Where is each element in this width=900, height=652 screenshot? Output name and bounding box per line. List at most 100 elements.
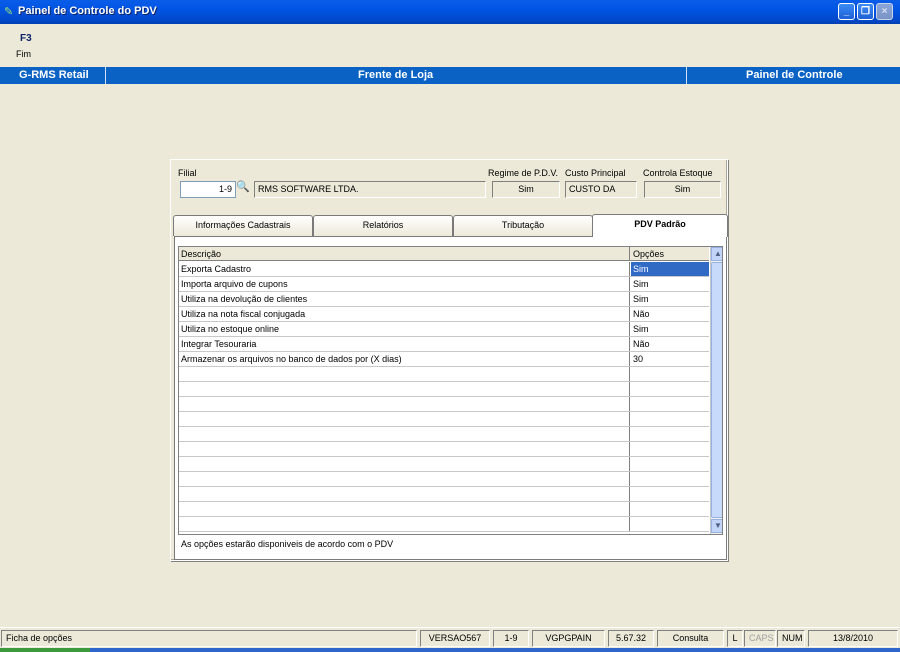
estoque-field: Sim — [644, 181, 721, 198]
table-row[interactable]: Utiliza no estoque online Sim — [179, 322, 709, 337]
status-versao: VERSAO567 — [420, 630, 490, 647]
tab-informacoes-cadastrais[interactable]: Informações Cadastrais — [173, 215, 313, 236]
scroll-up-icon[interactable]: ▲ — [711, 247, 722, 261]
status-filial: 1-9 — [493, 630, 529, 647]
header-separator — [686, 67, 687, 84]
table-row[interactable] — [179, 502, 709, 517]
table-row[interactable]: Exporta Cadastro Sim — [179, 262, 709, 277]
cell-opcao[interactable] — [631, 397, 709, 411]
cell-opcao[interactable] — [631, 412, 709, 426]
binoculars-icon[interactable]: 🔍 — [235, 179, 251, 195]
cell-descricao[interactable] — [179, 427, 630, 441]
tab-content: Descrição Opções ▲ ▼ Exporta Cadastro Sim… — [174, 236, 727, 560]
cell-descricao[interactable] — [179, 517, 630, 531]
status-message: Ficha de opções — [1, 630, 417, 647]
cell-opcao[interactable] — [631, 517, 709, 531]
grid-header: Descrição Opções — [179, 247, 709, 261]
cell-opcao[interactable]: 30 — [631, 352, 709, 366]
table-row[interactable]: Integrar Tesouraria Não — [179, 337, 709, 352]
status-num: NUM — [777, 630, 805, 647]
table-row[interactable] — [179, 487, 709, 502]
table-row[interactable] — [179, 382, 709, 397]
grid-scrollbar[interactable]: ▲ ▼ — [710, 247, 722, 534]
options-note: As opções estarão disponiveis de acordo … — [181, 539, 394, 549]
cell-descricao[interactable] — [179, 397, 630, 411]
cell-opcao[interactable] — [631, 487, 709, 501]
header-right: Painel de Controle — [746, 69, 843, 81]
cell-descricao[interactable] — [179, 472, 630, 486]
status-mode: Consulta — [657, 630, 724, 647]
status-user: VGPGPAIN — [532, 630, 605, 647]
cell-descricao[interactable]: Exporta Cadastro — [179, 262, 630, 276]
f3-key-button[interactable]: F3 — [20, 33, 32, 44]
cell-descricao[interactable]: Integrar Tesouraria — [179, 337, 630, 351]
cell-descricao[interactable]: Importa arquivo de cupons — [179, 277, 630, 291]
cell-opcao[interactable]: Sim — [631, 322, 709, 336]
title-bar: ✎ Painel de Controle do PDV _ ❐ × — [0, 0, 900, 24]
table-row[interactable] — [179, 517, 709, 532]
tab-tributacao[interactable]: Tributação — [453, 215, 593, 236]
cell-opcao[interactable] — [631, 457, 709, 471]
cell-descricao[interactable]: Utiliza no estoque online — [179, 322, 630, 336]
window-title: Painel de Controle do PDV — [18, 5, 157, 17]
cell-opcao[interactable]: Sim — [631, 262, 709, 276]
header-band: G-RMS Retail Frente de Loja Painel de Co… — [0, 67, 900, 84]
cell-descricao[interactable] — [179, 367, 630, 381]
cell-opcao[interactable]: Não — [631, 307, 709, 321]
regime-label: Regime de P.D.V. — [488, 168, 559, 178]
scroll-thumb[interactable] — [711, 262, 722, 518]
table-row[interactable] — [179, 442, 709, 457]
tab-pdv-padrao[interactable]: PDV Padrão — [592, 214, 728, 237]
header-center: Frente de Loja — [358, 69, 434, 81]
column-header-opcoes[interactable]: Opções — [631, 247, 709, 261]
cell-descricao[interactable] — [179, 502, 630, 516]
column-header-descricao[interactable]: Descrição — [179, 247, 630, 261]
cell-opcao[interactable]: Não — [631, 337, 709, 351]
table-row[interactable] — [179, 472, 709, 487]
cell-descricao[interactable]: Utiliza na devolução de clientes — [179, 292, 630, 306]
table-row[interactable] — [179, 412, 709, 427]
table-row[interactable]: Armazenar os arquivos no banco de dados … — [179, 352, 709, 367]
cell-opcao[interactable] — [631, 382, 709, 396]
header-separator — [105, 67, 106, 84]
cell-descricao[interactable]: Utiliza na nota fiscal conjugada — [179, 307, 630, 321]
filial-name-field: RMS SOFTWARE LTDA. — [254, 181, 486, 198]
table-row[interactable] — [179, 427, 709, 442]
options-grid: Descrição Opções ▲ ▼ Exporta Cadastro Sim… — [178, 246, 723, 535]
maximize-button[interactable]: ❐ — [857, 3, 874, 20]
status-l: L — [727, 630, 743, 647]
filial-label: Filial — [178, 168, 197, 178]
app-icon: ✎ — [4, 6, 14, 18]
minimize-button[interactable]: _ — [838, 3, 855, 20]
cell-opcao[interactable]: Sim — [631, 292, 709, 306]
cell-descricao[interactable] — [179, 487, 630, 501]
table-row[interactable]: Utiliza na devolução de clientes Sim — [179, 292, 709, 307]
table-row[interactable]: Utiliza na nota fiscal conjugada Não — [179, 307, 709, 322]
table-row[interactable]: Importa arquivo de cupons Sim — [179, 277, 709, 292]
status-caps: CAPS — [744, 630, 776, 647]
custo-label: Custo Principal — [565, 168, 626, 178]
cell-descricao[interactable] — [179, 442, 630, 456]
cell-opcao[interactable] — [631, 367, 709, 381]
cell-descricao[interactable] — [179, 412, 630, 426]
cell-opcao[interactable] — [631, 472, 709, 486]
table-row[interactable] — [179, 367, 709, 382]
close-button[interactable]: × — [876, 3, 893, 20]
estoque-label: Controla Estoque — [643, 168, 713, 178]
tab-relatorios[interactable]: Relatórios — [313, 215, 453, 236]
table-row[interactable] — [179, 397, 709, 412]
cell-descricao[interactable]: Armazenar os arquivos no banco de dados … — [179, 352, 630, 366]
f3-key-label: Fim — [16, 49, 31, 59]
options-panel: Filial 1-9 🔍 RMS SOFTWARE LTDA. Regime d… — [170, 159, 728, 561]
cell-opcao[interactable] — [631, 502, 709, 516]
table-row[interactable] — [179, 457, 709, 472]
cell-opcao[interactable] — [631, 427, 709, 441]
cell-descricao[interactable] — [179, 382, 630, 396]
header-left: G-RMS Retail — [19, 69, 89, 81]
scroll-down-icon[interactable]: ▼ — [711, 519, 722, 533]
cell-opcao[interactable]: Sim — [631, 277, 709, 291]
filial-code-input[interactable]: 1-9 — [180, 181, 236, 198]
cell-opcao[interactable] — [631, 442, 709, 456]
cell-descricao[interactable] — [179, 457, 630, 471]
status-date: 13/8/2010 — [808, 630, 898, 647]
